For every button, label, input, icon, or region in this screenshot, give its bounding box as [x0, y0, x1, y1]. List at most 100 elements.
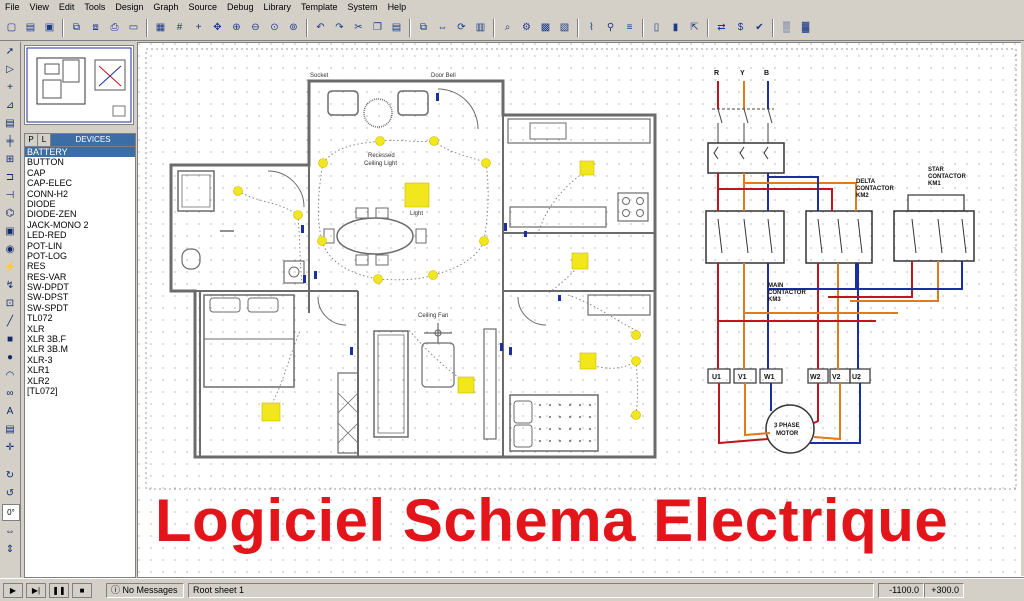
current-probe-icon[interactable]: ↯: [2, 278, 18, 293]
ares-icon[interactable]: ▒: [778, 19, 795, 36]
device-list-item[interactable]: LED-RED: [25, 230, 135, 240]
device-list-item[interactable]: DIODE: [25, 199, 135, 209]
open-folder-icon[interactable]: ▤: [22, 19, 39, 36]
pcb-icon[interactable]: ▓: [797, 19, 814, 36]
selection-mode-icon[interactable]: ➚: [2, 44, 18, 59]
rotate-anticlockwise-icon[interactable]: ↺: [2, 486, 18, 501]
menu-file[interactable]: File: [0, 0, 25, 14]
messages-field[interactable]: ⓘ No Messages: [106, 582, 184, 598]
marker-icon[interactable]: ✛: [2, 440, 18, 455]
new-file-icon[interactable]: ▢: [3, 19, 20, 36]
graph-icon[interactable]: ⌬: [2, 206, 18, 221]
generator-icon[interactable]: ◉: [2, 242, 18, 257]
package-icon[interactable]: ▩: [537, 19, 554, 36]
device-list-item[interactable]: DIODE-ZEN: [25, 209, 135, 219]
menu-design[interactable]: Design: [110, 0, 148, 14]
exit-to-parent-icon[interactable]: ⇱: [686, 19, 703, 36]
zoom-all-icon[interactable]: ⊙: [266, 19, 283, 36]
zoom-in-icon[interactable]: ⊕: [228, 19, 245, 36]
device-list-item[interactable]: [TL072]: [25, 386, 135, 396]
terminals-icon[interactable]: ⊐: [2, 170, 18, 185]
play-button[interactable]: ▶: [3, 582, 23, 598]
property-assign-icon[interactable]: ≡: [621, 19, 638, 36]
device-list-item[interactable]: SW-SPDT: [25, 303, 135, 313]
text-script-icon[interactable]: ▤: [2, 116, 18, 131]
subcircuit-icon[interactable]: ⊞: [2, 152, 18, 167]
device-list-item[interactable]: BATTERY: [25, 147, 135, 158]
text-icon[interactable]: A: [2, 404, 18, 419]
bill-of-materials-icon[interactable]: $: [732, 19, 749, 36]
device-list-item[interactable]: XLR1: [25, 365, 135, 375]
export-icon[interactable]: ⧈: [87, 19, 104, 36]
device-pins-icon[interactable]: ⊣: [2, 188, 18, 203]
menu-system[interactable]: System: [343, 0, 383, 14]
menu-source[interactable]: Source: [183, 0, 222, 14]
netlist-icon[interactable]: ⇄: [713, 19, 730, 36]
menu-graph[interactable]: Graph: [148, 0, 183, 14]
device-list-item[interactable]: CONN-H2: [25, 189, 135, 199]
menu-view[interactable]: View: [25, 0, 54, 14]
mirror-y-icon[interactable]: ⇕: [2, 542, 18, 557]
save-icon[interactable]: ▣: [41, 19, 58, 36]
menu-library[interactable]: Library: [259, 0, 297, 14]
undo-icon[interactable]: ↶: [312, 19, 329, 36]
device-list-item[interactable]: RES-VAR: [25, 272, 135, 282]
device-list-item[interactable]: POT-LOG: [25, 251, 135, 261]
block-rotate-icon[interactable]: ⟳: [453, 19, 470, 36]
block-copy-icon[interactable]: ⧉: [415, 19, 432, 36]
menu-debug[interactable]: Debug: [222, 0, 259, 14]
block-delete-icon[interactable]: ▥: [472, 19, 489, 36]
menu-template[interactable]: Template: [296, 0, 343, 14]
device-list-item[interactable]: SW-DPDT: [25, 282, 135, 292]
device-list-item[interactable]: XLR 3B.M: [25, 344, 135, 354]
mirror-x-icon[interactable]: ⇔: [2, 524, 18, 539]
area-icon[interactable]: ▭: [125, 19, 142, 36]
print-icon[interactable]: ⎙: [106, 19, 123, 36]
menu-tools[interactable]: Tools: [79, 0, 110, 14]
device-list-item[interactable]: XLR2: [25, 376, 135, 386]
device-list-item[interactable]: XLR-3: [25, 355, 135, 365]
symbol-icon[interactable]: ▤: [2, 422, 18, 437]
device-list-item[interactable]: TL072: [25, 313, 135, 323]
wire-autoroute-icon[interactable]: ⌇: [583, 19, 600, 36]
pick-devices-tab[interactable]: P: [25, 134, 38, 146]
search-tag-icon[interactable]: ⚲: [602, 19, 619, 36]
zoom-area-icon[interactable]: ⊚: [285, 19, 302, 36]
bus-icon[interactable]: ╪: [2, 134, 18, 149]
circle-icon[interactable]: ●: [2, 350, 18, 365]
tape-recorder-icon[interactable]: ▣: [2, 224, 18, 239]
wire-label-icon[interactable]: ⊿: [2, 98, 18, 113]
grid-icon[interactable]: #: [171, 19, 188, 36]
redraw-icon[interactable]: ▦: [152, 19, 169, 36]
arc-icon[interactable]: ◠: [2, 368, 18, 383]
junction-dot-icon[interactable]: +: [2, 80, 18, 95]
library-manager-tab[interactable]: L: [38, 134, 51, 146]
device-list-item[interactable]: SW-DPST: [25, 292, 135, 302]
block-move-icon[interactable]: ⇔: [434, 19, 451, 36]
menu-help[interactable]: Help: [383, 0, 412, 14]
origin-icon[interactable]: +: [190, 19, 207, 36]
make-device-icon[interactable]: ⚙: [518, 19, 535, 36]
device-list-item[interactable]: POT-LIN: [25, 241, 135, 251]
remove-sheet-icon[interactable]: ▮: [667, 19, 684, 36]
device-list-item[interactable]: XLR: [25, 324, 135, 334]
component-mode-icon[interactable]: ▷: [2, 62, 18, 77]
device-list-item[interactable]: BUTTON: [25, 157, 135, 167]
device-list-item[interactable]: CAP-ELEC: [25, 178, 135, 188]
copy-icon[interactable]: ❐: [369, 19, 386, 36]
redo-icon[interactable]: ↷: [331, 19, 348, 36]
device-list-item[interactable]: JACK-MONO 2: [25, 220, 135, 230]
menu-edit[interactable]: Edit: [54, 0, 80, 14]
import-icon[interactable]: ⧉: [68, 19, 85, 36]
new-sheet-icon[interactable]: ▯: [648, 19, 665, 36]
device-list-item[interactable]: CAP: [25, 168, 135, 178]
decompose-icon[interactable]: ▧: [556, 19, 573, 36]
line-icon[interactable]: ╱: [2, 314, 18, 329]
angle-field[interactable]: 0°: [2, 504, 20, 521]
device-list-item[interactable]: RES: [25, 261, 135, 271]
path-icon[interactable]: ∞: [2, 386, 18, 401]
device-list-item[interactable]: XLR 3B.F: [25, 334, 135, 344]
zoom-out-icon[interactable]: ⊖: [247, 19, 264, 36]
pick-device-icon[interactable]: ⌕: [499, 19, 516, 36]
cut-icon[interactable]: ✂: [350, 19, 367, 36]
